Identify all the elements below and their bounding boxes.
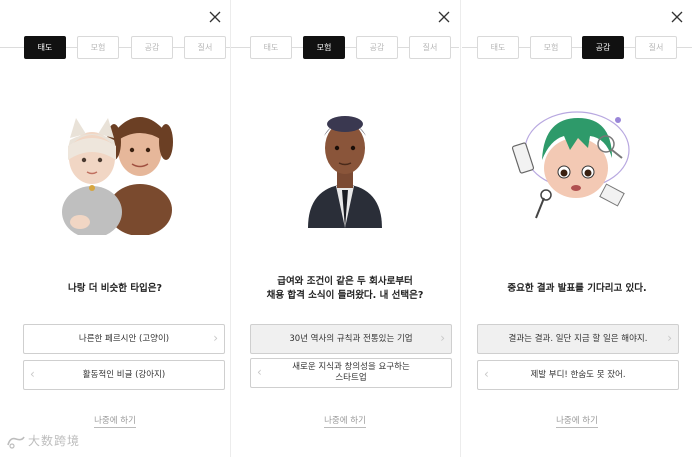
step-attitude: 태도 (250, 36, 292, 59)
close-icon[interactable] (670, 10, 684, 24)
step-indicator: 태도 모험 공감 질서 (231, 36, 459, 60)
later-link[interactable]: 나중에 하기 (0, 414, 230, 428)
panel-divider (460, 0, 461, 457)
close-icon[interactable] (437, 10, 451, 24)
step-order: 질서 (635, 36, 677, 59)
option-stay-calm[interactable]: 결과는 결과. 일단 지금 할 일은 해야지. › (477, 324, 679, 354)
step-indicator: 태도 모험 공감 질서 (462, 36, 692, 60)
later-label[interactable]: 나중에 하기 (324, 416, 366, 428)
step-attitude: 태도 (477, 36, 519, 59)
watermark-logo-icon (7, 436, 25, 449)
watermark-text: 大数跨境 (28, 434, 81, 448)
quiz-panel-adventure: 태도 모험 공감 질서 급여와 조건이 같은 두 회사로부터 채용 합격 소식이… (231, 0, 459, 457)
step-empathy: 공감 (356, 36, 398, 59)
option-persian-cat[interactable]: 나른한 페르시안 (고양이) › (23, 324, 225, 354)
question-line: 급여와 조건이 같은 두 회사로부터 (277, 276, 413, 287)
chevron-right-icon: › (213, 331, 218, 345)
watermark: 大数跨境 (6, 432, 80, 449)
step-adventure: 모험 (77, 36, 119, 59)
option-traditional-company[interactable]: 30년 역사의 규칙과 전통있는 기업 › (250, 324, 452, 354)
avatar-illustration-man (231, 100, 459, 250)
step-adventure: 모험 (303, 36, 345, 59)
question-text: 급여와 조건이 같은 두 회사로부터 채용 합격 소식이 들려왔다. 내 선택은… (237, 275, 453, 303)
step-order: 질서 (409, 36, 451, 59)
chevron-left-icon: ‹ (257, 365, 262, 379)
question-line: 중요한 결과 발표를 기다리고 있다. (507, 283, 647, 294)
chevron-right-icon: › (667, 331, 672, 345)
quiz-panel-empathy: 태도 모험 공감 질서 중요한 결과 발표를 기다리고 있다. 결과는 결과. … (462, 0, 692, 457)
question-text: 중요한 결과 발표를 기다리고 있다. (468, 282, 686, 296)
avatar-illustration-girl (462, 100, 692, 250)
option-label-line: 새로운 지식과 창의성을 요구하는 (292, 362, 410, 372)
later-link[interactable]: 나중에 하기 (231, 414, 459, 428)
option-label-line: 스타트업 (335, 373, 367, 383)
option-label: 새로운 지식과 창의성을 요구하는 스타트업 (292, 362, 410, 384)
option-anxious[interactable]: ‹ 제발 부디! 한숨도 못 잤어. (477, 360, 679, 390)
option-label: 제발 부디! 한숨도 못 잤어. (530, 369, 626, 380)
option-beagle-dog[interactable]: ‹ 활동적인 비글 (강아지) (23, 360, 225, 390)
step-indicator: 태도 모험 공감 질서 (0, 36, 230, 60)
later-label[interactable]: 나중에 하기 (94, 416, 136, 428)
later-label[interactable]: 나중에 하기 (556, 416, 598, 428)
avatar-illustration-cat-dog (0, 100, 230, 250)
step-empathy: 공감 (582, 36, 624, 59)
close-icon[interactable] (208, 10, 222, 24)
option-label: 30년 역사의 규칙과 전통있는 기업 (289, 333, 413, 344)
option-label: 활동적인 비글 (강아지) (82, 369, 166, 380)
question-line: 채용 합격 소식이 들려왔다. 내 선택은? (266, 290, 424, 301)
step-adventure: 모험 (530, 36, 572, 59)
option-label: 결과는 결과. 일단 지금 할 일은 해야지. (508, 333, 648, 344)
chevron-left-icon: ‹ (484, 367, 489, 381)
question-text: 나랑 더 비슷한 타입은? (6, 282, 224, 296)
chevron-left-icon: ‹ (30, 367, 35, 381)
option-startup[interactable]: ‹ 새로운 지식과 창의성을 요구하는 스타트업 (250, 358, 452, 388)
chevron-right-icon: › (440, 331, 445, 345)
step-empathy: 공감 (131, 36, 173, 59)
step-order: 질서 (184, 36, 226, 59)
question-line: 나랑 더 비슷한 타입은? (67, 283, 163, 294)
option-label: 나른한 페르시안 (고양이) (78, 333, 170, 344)
step-attitude: 태도 (24, 36, 66, 59)
later-link[interactable]: 나중에 하기 (462, 414, 692, 428)
quiz-panel-attitude: 태도 모험 공감 질서 나랑 더 비슷한 타입은? 나른한 페르시안 (고양이)… (0, 0, 230, 457)
